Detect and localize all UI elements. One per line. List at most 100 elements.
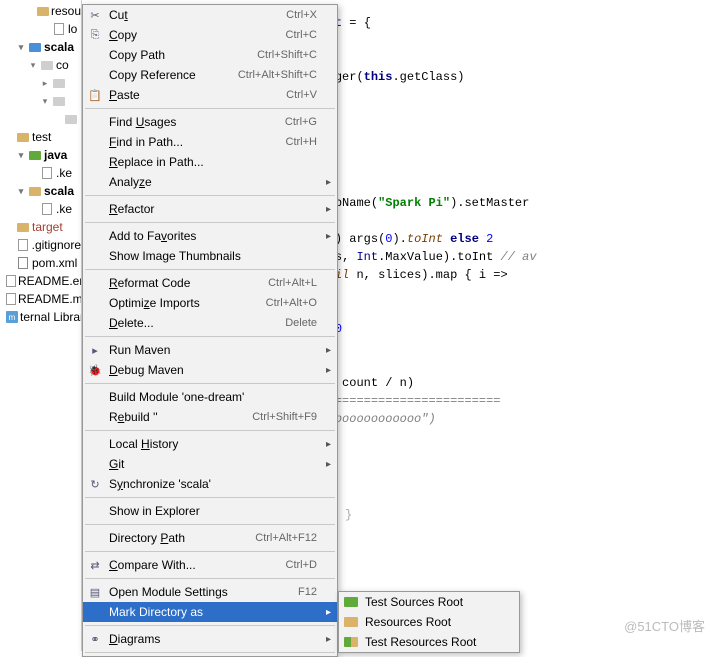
menu-item-label: Mark Directory as [109,605,317,619]
tree-item-label: test [32,130,51,144]
menu-shortcut: F12 [298,586,317,598]
menu-separator [85,430,335,431]
menu-shortcut: Ctrl+Shift+F9 [252,411,317,423]
expander-icon[interactable] [28,204,38,214]
expander-icon[interactable] [4,132,14,142]
menu-item-label: Optimize Imports [109,296,266,310]
menu-add-to-favorites[interactable]: Add to Favorites▸ [83,226,337,246]
folder-bars-icon [37,4,49,18]
submenu-test-resources-root[interactable]: Test Resources Root [339,632,519,652]
menu-synchronize[interactable]: ↻Synchronize 'scala' [83,474,337,494]
menu-delete[interactable]: Delete...Delete [83,313,337,333]
menu-replace-in-path[interactable]: Replace in Path... [83,152,337,172]
menu-reformat-code[interactable]: Reformat CodeCtrl+Alt+L [83,273,337,293]
menu-local-history[interactable]: Local History▸ [83,434,337,454]
submenu-test-sources-root[interactable]: Test Sources Root [339,592,519,612]
expander-icon[interactable]: ▾ [16,42,26,52]
submenu-item-label: Test Sources Root [365,595,499,609]
expander-icon[interactable]: ▾ [16,150,26,160]
menu-optimize-imports[interactable]: Optimize ImportsCtrl+Alt+O [83,293,337,313]
expander-icon[interactable] [4,240,14,250]
menu-paste[interactable]: 📋PasteCtrl+V [83,85,337,105]
tree-item-label: scala [44,40,74,54]
context-menu: ✂CutCtrl+X⎘CopyCtrl+CCopy PathCtrl+Shift… [82,4,338,657]
tree-item[interactable]: target [0,218,81,236]
tree-item[interactable]: ▾ java [0,146,81,164]
menu-git[interactable]: Git▸ [83,454,337,474]
file-icon [6,274,16,288]
tree-item[interactable]: ▾ [0,92,81,110]
tree-item[interactable]: ▾scala [0,182,81,200]
tree-item-label: pom.xml [32,256,77,270]
menu-rebuild[interactable]: Rebuild ''Ctrl+Shift+F9 [83,407,337,427]
sync-icon: ↻ [87,476,103,492]
menu-mark-directory-as[interactable]: Mark Directory as▸ [83,602,337,622]
menu-find-in-path[interactable]: Find in Path...Ctrl+H [83,132,337,152]
menu-item-label: Copy [109,28,286,42]
menu-cut[interactable]: ✂CutCtrl+X [83,5,337,25]
tree-item[interactable]: test [0,128,81,146]
tree-item[interactable]: pom.xml [0,254,81,272]
expander-icon[interactable]: ▾ [28,60,38,70]
tree-item[interactable]: .ke [0,200,81,218]
menu-copy-path[interactable]: Copy PathCtrl+Shift+C [83,45,337,65]
menu-open-module-settings[interactable]: ▤Open Module SettingsF12 [83,582,337,602]
expander-icon[interactable]: ▾ [16,186,26,196]
menu-build-module[interactable]: Build Module 'one-dream' [83,387,337,407]
menu-analyze[interactable]: Analyze▸ [83,172,337,192]
menu-compare-with[interactable]: ⇄Compare With...Ctrl+D [83,555,337,575]
expander-icon[interactable] [4,258,14,268]
expander-icon[interactable] [28,6,35,16]
menu-find-usages[interactable]: Find UsagesCtrl+G [83,112,337,132]
submenu-resources-root[interactable]: Resources Root [339,612,519,632]
menu-show-in-explorer[interactable]: Show in Explorer [83,501,337,521]
menu-copy-reference[interactable]: Copy ReferenceCtrl+Alt+Shift+C [83,65,337,85]
menu-diagrams[interactable]: ⚭Diagrams▸ [83,629,337,649]
menu-item-label: Copy Path [109,48,257,62]
diagrams-icon: ⚭ [87,631,103,647]
menu-separator [85,383,335,384]
folder-pkg-icon [40,58,54,72]
tree-item-label: README.en [18,274,82,288]
tree-item[interactable] [0,110,81,128]
tree-item[interactable]: ▾ scala [0,38,81,56]
file-icon [40,166,54,180]
menu-item-label: Paste [109,88,286,102]
paste-icon: 📋 [87,87,103,103]
expander-icon[interactable]: ▾ [40,96,50,106]
expander-icon[interactable]: ▸ [40,78,50,88]
tree-item[interactable]: .ke [0,164,81,182]
menu-shortcut: Ctrl+G [285,116,317,128]
file-icon [16,238,30,252]
menu-show-image-thumbnails[interactable]: Show Image Thumbnails [83,246,337,266]
tree-item-label: .gitignore [32,238,81,252]
tree-item[interactable]: ▾co [0,56,81,74]
menu-copy[interactable]: ⎘CopyCtrl+C [83,25,337,45]
menu-separator [85,578,335,579]
submenu-arrow-icon: ▸ [326,634,331,645]
menu-shortcut: Ctrl+X [286,9,317,21]
tree-item[interactable]: README.en [0,272,81,290]
menu-item-label: Compare With... [109,558,286,572]
menu-item-label: Run Maven [109,343,317,357]
expander-icon[interactable] [52,114,62,124]
expander-icon[interactable] [4,222,14,232]
file-xml-icon [52,22,66,36]
menu-separator [85,108,335,109]
tree-item[interactable]: .gitignore [0,236,81,254]
tree-item[interactable]: ▸ [0,74,81,92]
expander-icon[interactable] [28,168,38,178]
folder-icon [343,594,359,610]
menu-debug-maven[interactable]: 🐞Debug Maven▸ [83,360,337,380]
tree-item-label: java [44,148,67,162]
tree-item[interactable]: resou [0,2,81,20]
tree-item[interactable]: README.md [0,290,81,308]
menu-refactor[interactable]: Refactor▸ [83,199,337,219]
tree-item-label: ternal Librari [20,310,82,324]
tree-item[interactable]: mternal Librari [0,308,81,326]
expander-icon[interactable] [40,24,50,34]
project-tree: resoulo▾scala▾co▸▾test▾java.ke▾scala.ket… [0,0,82,651]
menu-directory-path[interactable]: Directory PathCtrl+Alt+F12 [83,528,337,548]
menu-run-maven[interactable]: ▸Run Maven▸ [83,340,337,360]
tree-item[interactable]: lo [0,20,81,38]
